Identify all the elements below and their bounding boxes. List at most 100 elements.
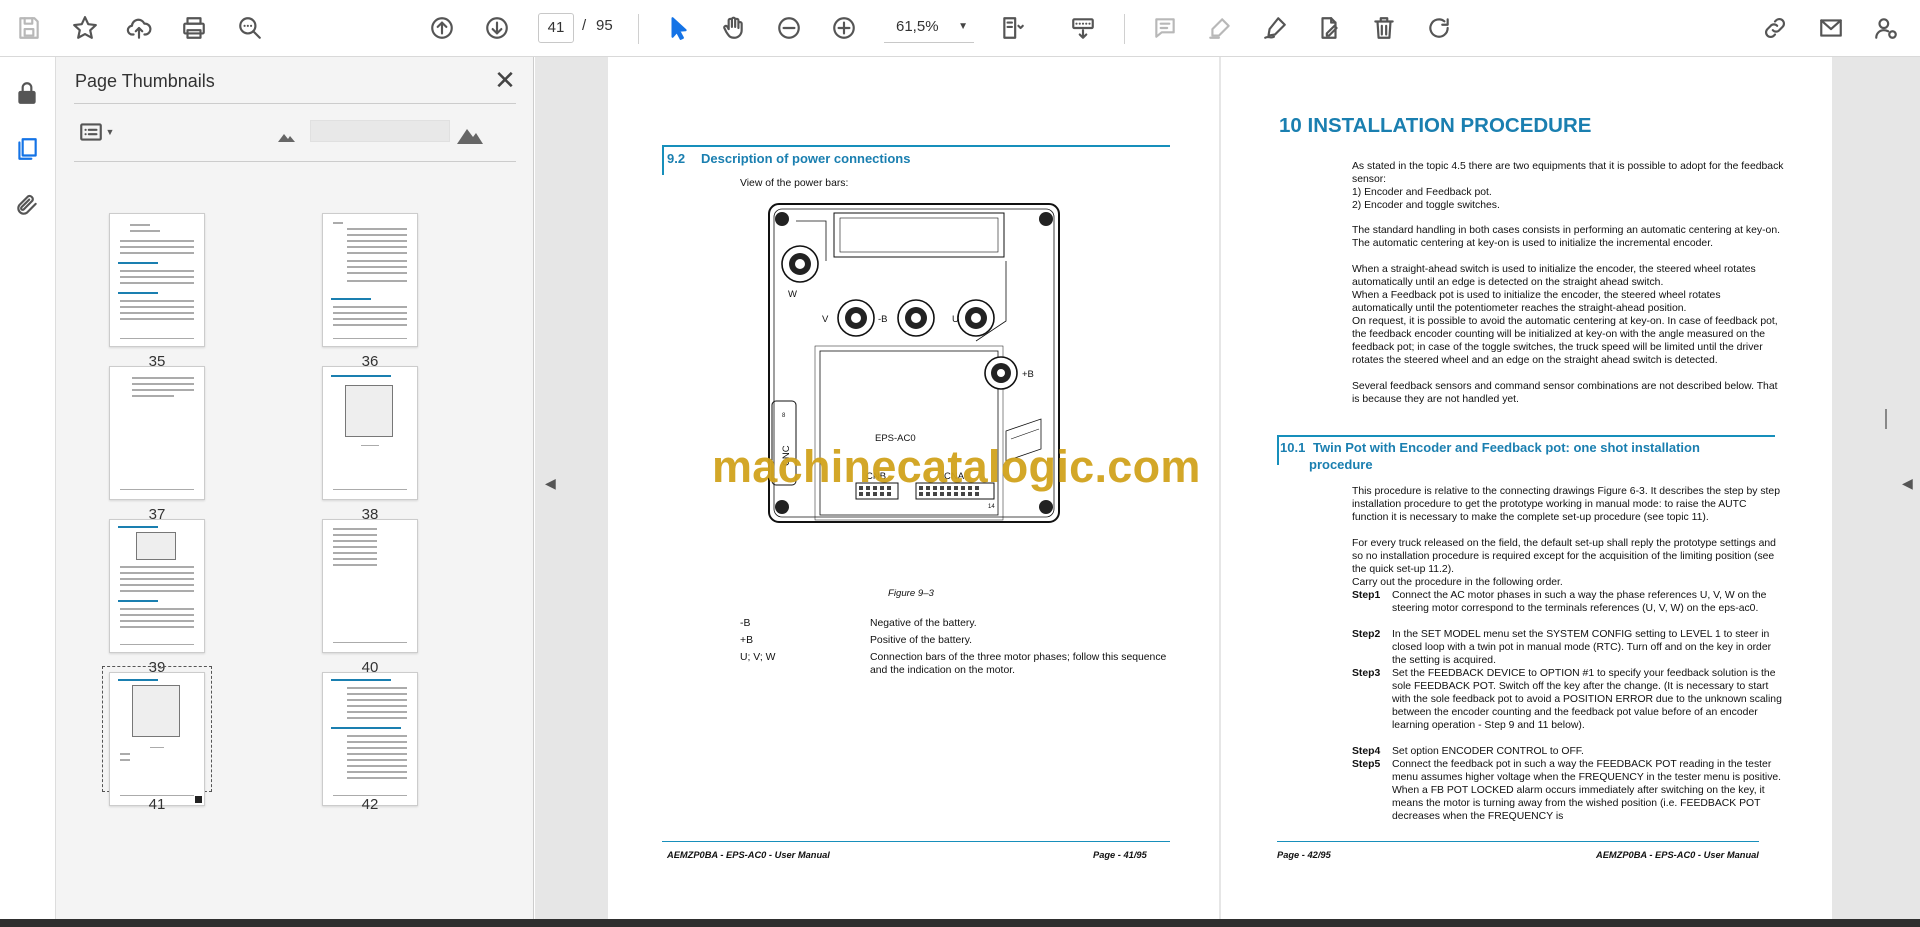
step-label: Step1: [1352, 590, 1381, 601]
next-page-icon[interactable]: [478, 9, 516, 47]
thumbnail-page-39[interactable]: [109, 519, 205, 653]
diagram-label-pos-b: +B: [1022, 369, 1034, 380]
zoom-level-select[interactable]: 61,5% ▼: [884, 13, 974, 43]
attachment-paperclip-icon[interactable]: [8, 186, 46, 224]
paragraph: The standard handling in both cases cons…: [1352, 225, 1780, 249]
left-tool-rail: [0, 57, 56, 919]
section-number: 9.2: [667, 151, 686, 166]
thumbnail-page-40[interactable]: [322, 519, 418, 653]
comment-icon[interactable]: [1146, 9, 1184, 47]
subsection-rule-vertical: [1277, 435, 1279, 465]
thumbnail-size-slider[interactable]: [310, 120, 450, 142]
collapse-left-panel-icon[interactable]: ◀: [545, 475, 556, 492]
toolbar-divider: [638, 14, 639, 44]
section-rule-vertical: [662, 145, 664, 175]
enlarge-thumbnails-icon[interactable]: [456, 123, 484, 145]
expand-right-panel-icon[interactable]: ◀: [1902, 475, 1913, 492]
table-term: U; V; W: [740, 652, 776, 663]
close-icon[interactable]: ✕: [490, 65, 520, 95]
chapter-title: 10 INSTALLATION PROCEDURE: [1279, 114, 1592, 137]
diagram-label-v: V: [822, 314, 829, 325]
zoom-level-value: 61,5%: [896, 18, 939, 35]
step-label: Step2: [1352, 629, 1381, 640]
page-thumbnails-icon[interactable]: [8, 130, 46, 168]
hand-tool-icon[interactable]: [714, 9, 752, 47]
table-desc: Negative of the battery.: [870, 618, 977, 629]
footer-left: AEMZP0BA - EPS-AC0 - User Manual: [667, 850, 830, 860]
thumbnail-page-42[interactable]: [322, 672, 418, 806]
thumbnail-page-38[interactable]: [322, 366, 418, 500]
share-link-icon[interactable]: [1756, 9, 1794, 47]
footer-left: Page - 42/95: [1277, 850, 1331, 860]
paragraph: Several feedback sensors and command sen…: [1352, 381, 1778, 405]
thumbnail-page-36[interactable]: [322, 213, 418, 347]
step-text: Connect the feedback pot in such a way t…: [1392, 759, 1782, 822]
cloud-upload-icon[interactable]: [120, 9, 158, 47]
page-total: 95: [596, 17, 613, 34]
table-desc: Connection bars of the three motor phase…: [870, 652, 1167, 676]
thumbnail-page-37[interactable]: [109, 366, 205, 500]
step-text: Set option ENCODER CONTROL to OFF.: [1392, 746, 1584, 757]
right-pane-handle[interactable]: [1885, 409, 1887, 429]
panel-divider: [74, 103, 516, 104]
diagram-label-w: W: [788, 289, 797, 300]
watermark: machinecatalogic.com: [712, 441, 1201, 492]
panel-divider: [74, 161, 516, 162]
page-thumbnails-panel: Page Thumbnails ✕ ▼ 35 36 37 38 39 40 41…: [56, 57, 579, 919]
select-cursor-icon[interactable]: [659, 9, 697, 47]
subsection-number: 10.1: [1280, 440, 1306, 455]
list-item: 2) Encoder and toggle switches.: [1352, 200, 1500, 211]
thumbnail-page-35[interactable]: [109, 213, 205, 347]
subsection-title-continued: procedure: [1309, 457, 1373, 472]
step-label: Step4: [1352, 746, 1381, 757]
chevron-down-icon: ▼: [958, 21, 968, 32]
paragraph: This procedure is relative to the connec…: [1352, 486, 1780, 523]
page-number-input[interactable]: 41: [538, 13, 574, 43]
account-settings-icon[interactable]: [1867, 9, 1905, 47]
highlight-pen-icon[interactable]: [1201, 9, 1239, 47]
thumbnail-page-41[interactable]: [109, 672, 205, 806]
main-toolbar: 41 / 95 61,5% ▼: [0, 0, 1920, 57]
keyboard-scroll-icon[interactable]: [1064, 9, 1102, 47]
page-fit-icon[interactable]: [994, 9, 1032, 47]
figure-caption: Figure 9–3: [888, 588, 934, 599]
step-label: Step3: [1352, 668, 1381, 679]
step-label: Step5: [1352, 759, 1381, 770]
diagram-label-neg-b: -B: [878, 314, 888, 325]
save-icon[interactable]: [10, 9, 48, 47]
edit-document-icon[interactable]: [1310, 9, 1348, 47]
print-icon[interactable]: [175, 9, 213, 47]
diagram-label-pin14: 14: [988, 504, 995, 510]
paragraph: Carry out the procedure in the following…: [1352, 577, 1563, 588]
section-title: Description of power connections: [701, 151, 911, 166]
panel-title: Page Thumbnails: [75, 71, 215, 91]
subsection-title: Twin Pot with Encoder and Feedback pot: …: [1313, 440, 1700, 455]
step-text: In the SET MODEL menu set the SYSTEM CON…: [1392, 629, 1772, 666]
footer-rule: [662, 841, 1170, 842]
thumbnail-label: 42: [361, 796, 379, 813]
bookmark-star-icon[interactable]: [66, 9, 104, 47]
shrink-thumbnails-icon[interactable]: [276, 129, 296, 143]
delete-trash-icon[interactable]: [1365, 9, 1403, 47]
thumbnail-list: 35 36 37 38 39 40 41 42: [74, 171, 516, 911]
table-desc: Positive of the battery.: [870, 635, 973, 646]
lock-icon[interactable]: [8, 74, 46, 112]
thumbnail-options-icon[interactable]: ▼: [74, 113, 118, 151]
zoom-in-icon[interactable]: [825, 9, 863, 47]
paragraph: On request, it is possible to avoid the …: [1352, 316, 1778, 366]
taskbar-strip: [0, 919, 1920, 927]
page-separator: /: [582, 17, 587, 34]
intro-text: View of the power bars:: [740, 178, 849, 189]
email-icon[interactable]: [1812, 9, 1850, 47]
paragraph: For every truck released on the field, t…: [1352, 538, 1776, 575]
paragraph: When a Feedback pot is used to initializ…: [1352, 290, 1721, 314]
find-zoom-icon[interactable]: [231, 9, 269, 47]
diagram-label-pin8: 8: [782, 413, 786, 419]
previous-page-icon[interactable]: [423, 9, 461, 47]
footer-right: AEMZP0BA - EPS-AC0 - User Manual: [1596, 850, 1759, 860]
zoom-out-icon[interactable]: [770, 9, 808, 47]
rotate-redo-icon[interactable]: [1420, 9, 1458, 47]
table-term: +B: [740, 635, 753, 646]
draw-sign-icon[interactable]: [1256, 9, 1294, 47]
diagram-label-u: U: [952, 314, 959, 325]
